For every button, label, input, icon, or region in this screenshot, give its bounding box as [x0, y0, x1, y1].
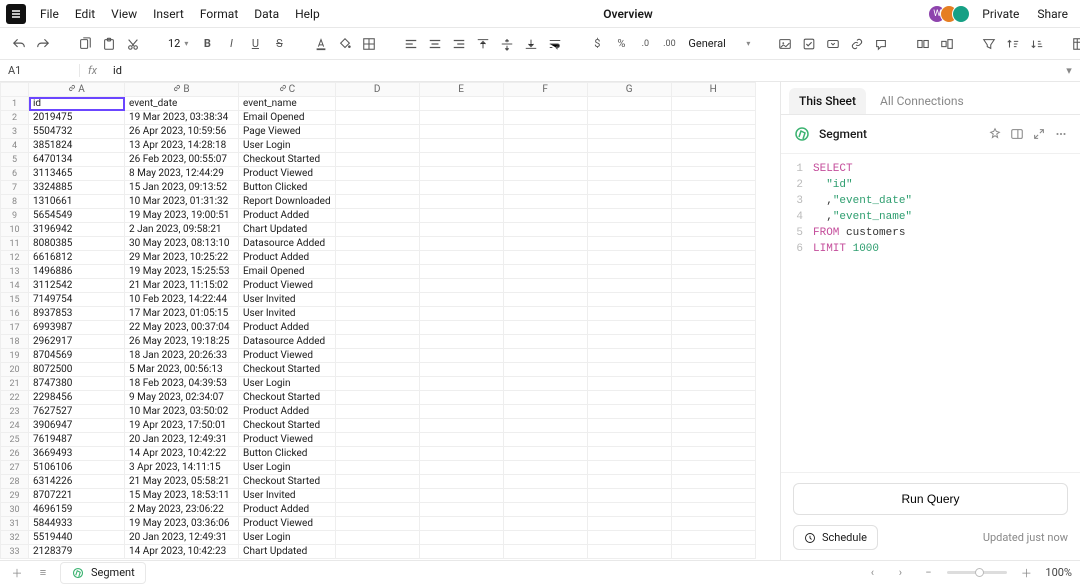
currency-icon[interactable]: $	[586, 33, 608, 55]
doc-title: Overview	[328, 7, 929, 21]
sheet-list-icon[interactable]: ≡	[34, 564, 52, 582]
sheet-tab[interactable]: Segment	[60, 562, 146, 584]
menu-help[interactable]: Help	[287, 3, 328, 25]
cell-reference[interactable]: A1	[0, 64, 80, 77]
side-panel: This Sheet All Connections Segment 1SELE…	[780, 82, 1080, 560]
more-icon[interactable]	[1054, 127, 1068, 141]
menu-file[interactable]: File	[32, 3, 67, 25]
sidebar-icon[interactable]	[1010, 127, 1024, 141]
menu-view[interactable]: View	[103, 3, 145, 25]
align-left-icon[interactable]	[400, 33, 422, 55]
share-button[interactable]: Share	[1031, 5, 1074, 23]
menu-data[interactable]: Data	[246, 3, 287, 25]
avatar-stack[interactable]: W	[928, 5, 970, 23]
italic-icon[interactable]: I	[220, 33, 242, 55]
insert-checkbox-icon[interactable]	[798, 33, 820, 55]
tab-all-connections[interactable]: All Connections	[870, 88, 974, 114]
expand-icon[interactable]	[1032, 127, 1046, 141]
font-size-select[interactable]: 12▾	[164, 37, 192, 50]
panel-title: Segment	[819, 127, 980, 141]
align-center-icon[interactable]	[424, 33, 446, 55]
bottom-bar: ＋ ≡ Segment ‹ › − ＋ 100%	[0, 560, 1080, 584]
decrease-decimal-icon[interactable]: .0	[634, 33, 656, 55]
align-right-icon[interactable]	[448, 33, 470, 55]
segment-icon	[71, 566, 85, 580]
next-icon[interactable]: ›	[891, 564, 909, 582]
filter-icon[interactable]	[978, 33, 1000, 55]
ai-icon[interactable]	[988, 127, 1002, 141]
undo-icon[interactable]	[8, 33, 30, 55]
text-color-icon[interactable]	[310, 33, 332, 55]
valign-top-icon[interactable]	[472, 33, 494, 55]
valign-middle-icon[interactable]	[496, 33, 518, 55]
run-query-button[interactable]: Run Query	[793, 483, 1068, 515]
insert-link-icon[interactable]	[846, 33, 868, 55]
private-button[interactable]: Private	[976, 5, 1025, 23]
paste-icon[interactable]	[98, 33, 120, 55]
spreadsheet-grid[interactable]: ABCDEFGH1idevent_dateevent_name220194751…	[0, 82, 780, 560]
formula-expand-icon[interactable]: ▾	[1058, 64, 1080, 77]
schedule-button[interactable]: Schedule	[793, 525, 878, 550]
menu-edit[interactable]: Edit	[67, 3, 103, 25]
cut-icon[interactable]	[122, 33, 144, 55]
fx-label: fx	[80, 64, 105, 77]
insert-comment-icon[interactable]	[870, 33, 892, 55]
borders-icon[interactable]	[358, 33, 380, 55]
strike-icon[interactable]: S	[268, 33, 290, 55]
freeze-icon[interactable]	[1068, 33, 1080, 55]
menu-format[interactable]: Format	[192, 3, 246, 25]
redo-icon[interactable]	[32, 33, 54, 55]
sort-asc-icon[interactable]	[1002, 33, 1024, 55]
group-icon[interactable]	[936, 33, 958, 55]
merge-icon[interactable]	[912, 33, 934, 55]
sql-editor[interactable]: 1SELECT2 "id"3 ,"event_date"4 ,"event_na…	[781, 154, 1080, 472]
formula-bar: A1 fx id ▾	[0, 60, 1080, 82]
tab-this-sheet[interactable]: This Sheet	[789, 88, 866, 114]
bold-icon[interactable]: B	[196, 33, 218, 55]
top-menubar: FileEditViewInsertFormatDataHelp Overvie…	[0, 0, 1080, 28]
fill-color-icon[interactable]	[334, 33, 356, 55]
toolbar: 12▾ B I U S $ % .0 .00 General▾	[0, 28, 1080, 60]
percent-icon[interactable]: %	[610, 33, 632, 55]
add-sheet-icon[interactable]: ＋	[8, 564, 26, 582]
sort-desc-icon[interactable]	[1026, 33, 1048, 55]
menu-insert[interactable]: Insert	[145, 3, 192, 25]
valign-bottom-icon[interactable]	[520, 33, 542, 55]
avatar[interactable]	[952, 5, 970, 23]
insert-dropdown-icon[interactable]	[822, 33, 844, 55]
underline-icon[interactable]: U	[244, 33, 266, 55]
zoom-label: 100%	[1045, 566, 1072, 579]
updated-label: Updated just now	[983, 531, 1068, 544]
segment-icon	[793, 125, 811, 143]
wrap-text-icon[interactable]	[544, 33, 566, 55]
zoom-out-icon[interactable]: −	[919, 564, 937, 582]
copy-icon[interactable]	[74, 33, 96, 55]
app-logo[interactable]	[6, 4, 26, 24]
zoom-slider[interactable]	[947, 571, 1007, 574]
zoom-in-icon[interactable]: ＋	[1017, 564, 1035, 582]
formula-input[interactable]: id	[105, 64, 1058, 77]
insert-image-icon[interactable]	[774, 33, 796, 55]
number-format-select[interactable]: General▾	[684, 37, 754, 50]
prev-icon[interactable]: ‹	[863, 564, 881, 582]
increase-decimal-icon[interactable]: .00	[658, 33, 680, 55]
